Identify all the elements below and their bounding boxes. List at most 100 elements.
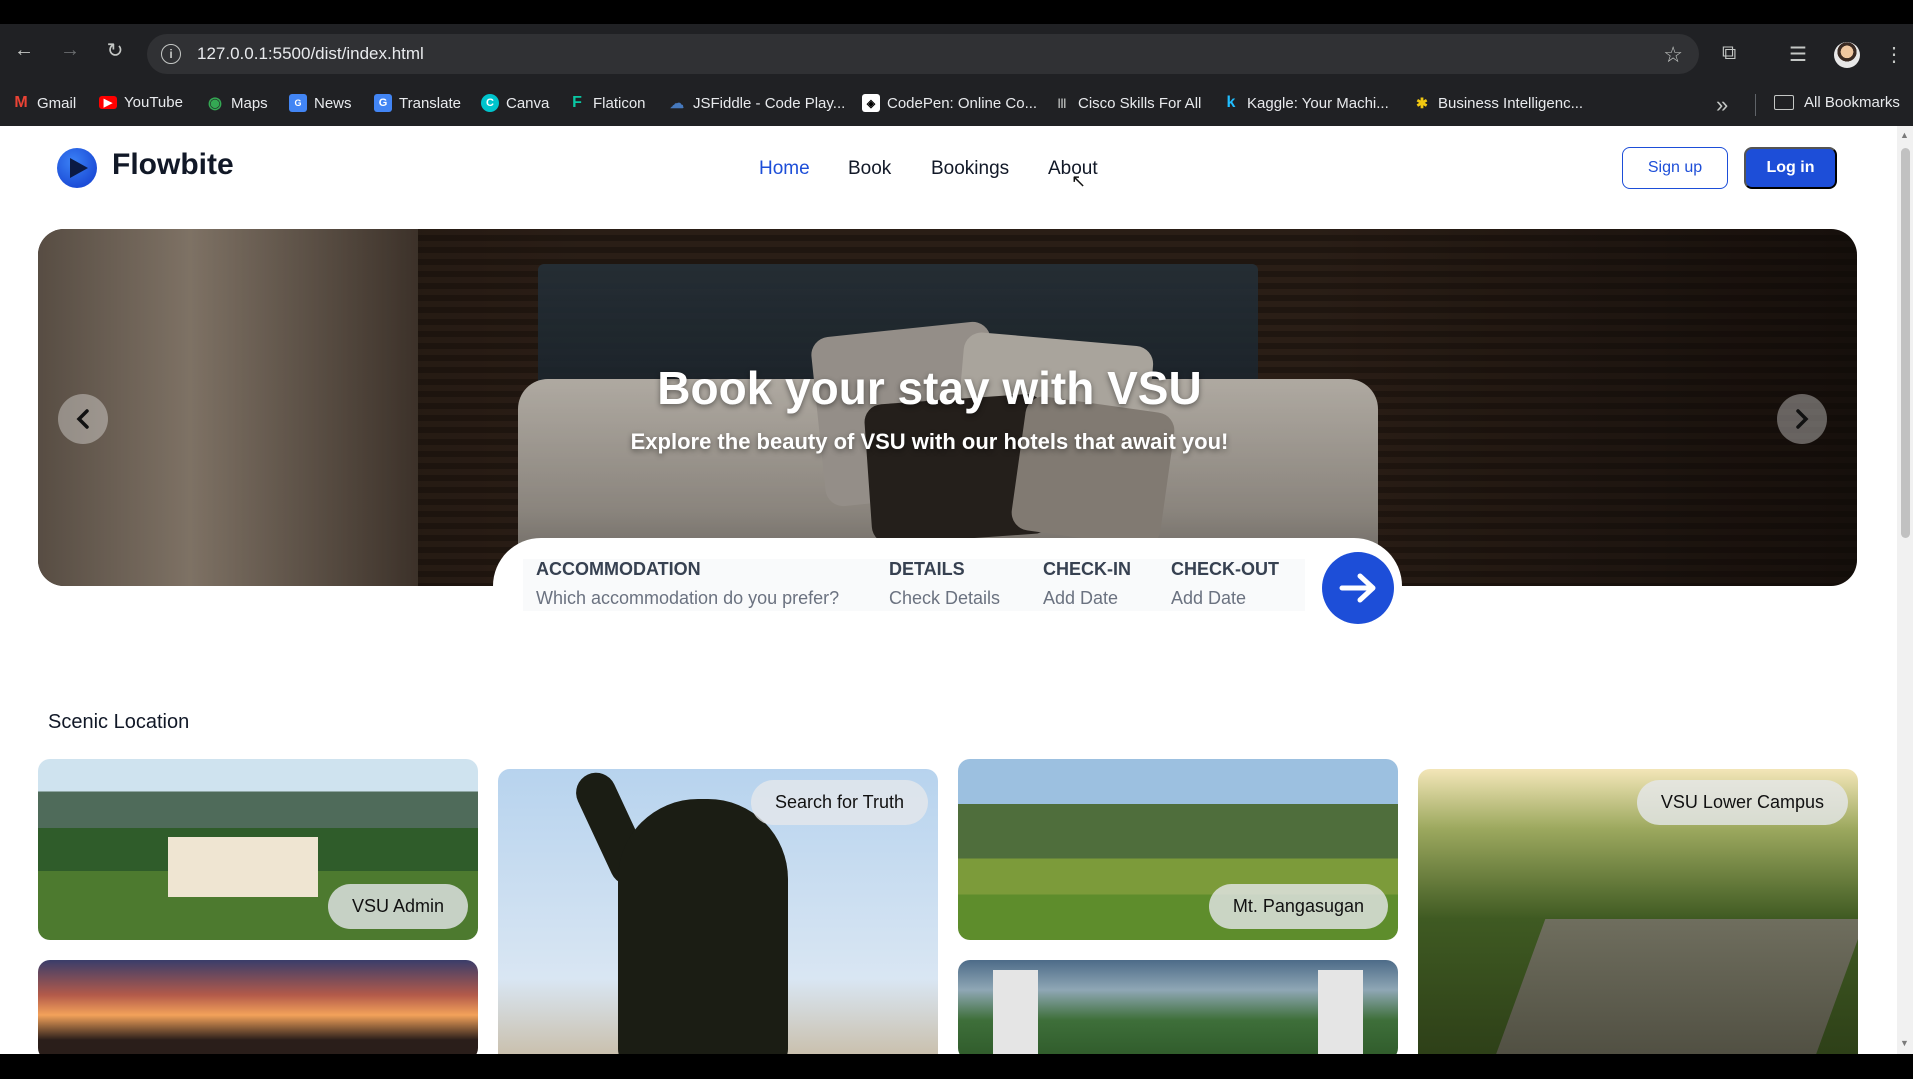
bookmark-label: Kaggle: Your Machi... (1247, 94, 1389, 112)
card-label: VSU Admin (327, 884, 468, 929)
scenic-card-mt-pangasugan[interactable]: Mt. Pangasugan (958, 759, 1398, 940)
bookmark-youtube[interactable]: ▶ YouTube (99, 94, 183, 111)
chevron-right-icon (1796, 409, 1809, 429)
address-bar[interactable]: i 127.0.0.1:5500/dist/index.html ☆ (147, 34, 1699, 74)
arrow-right-icon (1339, 573, 1376, 603)
media-control-icon[interactable]: ☰ (1789, 42, 1807, 67)
nav-link-home[interactable]: Home (759, 158, 810, 180)
hero-carousel: Book your stay with VSU Explore the beau… (38, 229, 1857, 586)
details-field[interactable]: DETAILS Check Details (889, 559, 1000, 609)
bookmark-label: Cisco Skills For All (1078, 94, 1202, 112)
bookmark-kaggle[interactable]: k Kaggle: Your Machi... (1222, 94, 1389, 112)
gmail-icon: M (14, 94, 28, 111)
bookmark-label: Maps (231, 94, 268, 112)
all-bookmarks-label: All Bookmarks (1804, 94, 1900, 111)
card-label: Mt. Pangasugan (1208, 884, 1388, 929)
check-in-field[interactable]: CHECK-IN Add Date (1043, 559, 1131, 609)
scroll-down-icon[interactable]: ▼ (1900, 1038, 1909, 1048)
translate-icon: G (374, 94, 392, 112)
bookmark-gmail[interactable]: M Gmail (12, 94, 76, 112)
path-image (1490, 919, 1858, 1054)
codepen-icon: ◈ (862, 94, 880, 112)
accommodation-value[interactable]: Which accommodation do you prefer? (536, 588, 839, 609)
browser-chrome: ← → ↻ i 127.0.0.1:5500/dist/index.html ☆… (0, 24, 1913, 126)
bi-icon: ✱ (1416, 94, 1428, 111)
flowbite-logo-icon[interactable] (57, 148, 97, 188)
bookmark-flaticon[interactable]: F Flaticon (568, 94, 646, 112)
bookmark-label: Business Intelligenc... (1438, 94, 1584, 112)
youtube-icon: ▶ (99, 96, 117, 109)
window-top-edge (0, 0, 1913, 24)
scenic-card-vsu-admin[interactable]: VSU Admin (38, 759, 478, 940)
details-value[interactable]: Check Details (889, 588, 1000, 609)
flaticon-icon: F (572, 94, 582, 111)
hero-title: Book your stay with VSU (657, 362, 1202, 414)
sign-up-button[interactable]: Sign up (1622, 147, 1728, 189)
bookmark-business-intelligence[interactable]: ✱ Business Intelligenc... (1413, 94, 1583, 112)
canva-icon: C (481, 94, 499, 112)
log-in-button[interactable]: Log in (1744, 147, 1837, 189)
search-submit-button[interactable] (1322, 552, 1394, 624)
bookmark-codepen[interactable]: ◈ CodePen: Online Co... (862, 94, 1037, 112)
booking-search-bar: ACCOMMODATION Which accommodation do you… (493, 538, 1402, 634)
check-out-value[interactable]: Add Date (1171, 588, 1279, 609)
site-info-icon[interactable]: i (161, 44, 181, 64)
section-title: Scenic Location (48, 711, 190, 733)
brand-name[interactable]: Flowbite (112, 148, 234, 182)
bookmark-label: CodePen: Online Co... (887, 94, 1038, 112)
scenic-card-sunset[interactable] (38, 960, 478, 1054)
scenic-card-gate[interactable] (958, 960, 1398, 1054)
bookmark-label: Flaticon (593, 94, 646, 112)
scenic-card-search-for-truth[interactable]: Search for Truth (498, 769, 938, 1054)
bookmarks-bar: M Gmail ▶ YouTube ◉ Maps G News G Transl… (0, 86, 1913, 122)
bookmark-translate[interactable]: G Translate (374, 94, 461, 112)
browser-menu-icon[interactable]: ⋮ (1884, 42, 1904, 67)
scenic-card-vsu-lower-campus[interactable]: VSU Lower Campus (1418, 769, 1858, 1054)
news-icon: G (289, 94, 307, 112)
card-label: Search for Truth (750, 780, 928, 825)
accommodation-field[interactable]: ACCOMMODATION Which accommodation do you… (536, 559, 839, 609)
bookmark-maps[interactable]: ◉ Maps (206, 94, 268, 113)
all-bookmarks-button[interactable]: All Bookmarks (1774, 94, 1900, 111)
check-in-value[interactable]: Add Date (1043, 588, 1131, 609)
carousel-prev-button[interactable] (58, 394, 108, 444)
kaggle-icon: k (1226, 94, 1236, 111)
bookmark-star-icon[interactable]: ☆ (1663, 42, 1683, 68)
maps-icon: ◉ (208, 95, 222, 112)
bookmark-news[interactable]: G News (289, 94, 352, 112)
bookmark-label: Canva (506, 94, 550, 112)
bookmark-label: YouTube (124, 94, 183, 111)
hero-subtitle: Explore the beauty of VSU with our hotel… (630, 429, 1229, 454)
scrollbar-thumb[interactable] (1901, 148, 1910, 538)
check-out-label: CHECK-OUT (1171, 559, 1279, 579)
building-image (168, 837, 318, 897)
scroll-up-icon[interactable]: ▲ (1900, 130, 1909, 140)
url-text[interactable]: 127.0.0.1:5500/dist/index.html (197, 44, 424, 64)
bookmark-jsfiddle[interactable]: ☁ JSFiddle - Code Play... (668, 94, 845, 112)
card-label: VSU Lower Campus (1636, 780, 1848, 825)
bookmark-cisco[interactable]: ||| Cisco Skills For All (1053, 94, 1202, 112)
jsfiddle-icon: ☁ (670, 94, 684, 111)
window-bottom-edge (0, 1054, 1913, 1079)
nav-link-book[interactable]: Book (848, 158, 891, 180)
vertical-scrollbar[interactable]: ▲ ▼ (1897, 126, 1913, 1054)
more-bookmarks-icon[interactable]: » (1716, 92, 1728, 118)
bookmark-label: News (314, 94, 352, 112)
bookmark-label: Translate (399, 94, 461, 112)
gate-pillar-image (1318, 970, 1363, 1054)
nav-link-bookings[interactable]: Bookings (931, 158, 1009, 180)
back-icon[interactable]: ← (12, 38, 36, 62)
reload-icon[interactable]: ↻ (103, 38, 127, 62)
bookmarks-divider (1755, 94, 1756, 116)
carousel-next-button[interactable] (1777, 394, 1827, 444)
bookmark-label: Gmail (37, 94, 77, 112)
booking-fields: ACCOMMODATION Which accommodation do you… (523, 559, 1305, 611)
forward-icon[interactable]: → (58, 38, 82, 62)
bookmark-canva[interactable]: C Canva (481, 94, 549, 112)
check-out-field[interactable]: CHECK-OUT Add Date (1171, 559, 1279, 609)
details-label: DETAILS (889, 559, 965, 579)
profile-avatar[interactable] (1834, 42, 1860, 68)
cisco-icon: ||| (1057, 97, 1067, 109)
extensions-icon[interactable]: ⧉ (1722, 42, 1736, 65)
bookmark-label: JSFiddle - Code Play... (693, 94, 846, 112)
